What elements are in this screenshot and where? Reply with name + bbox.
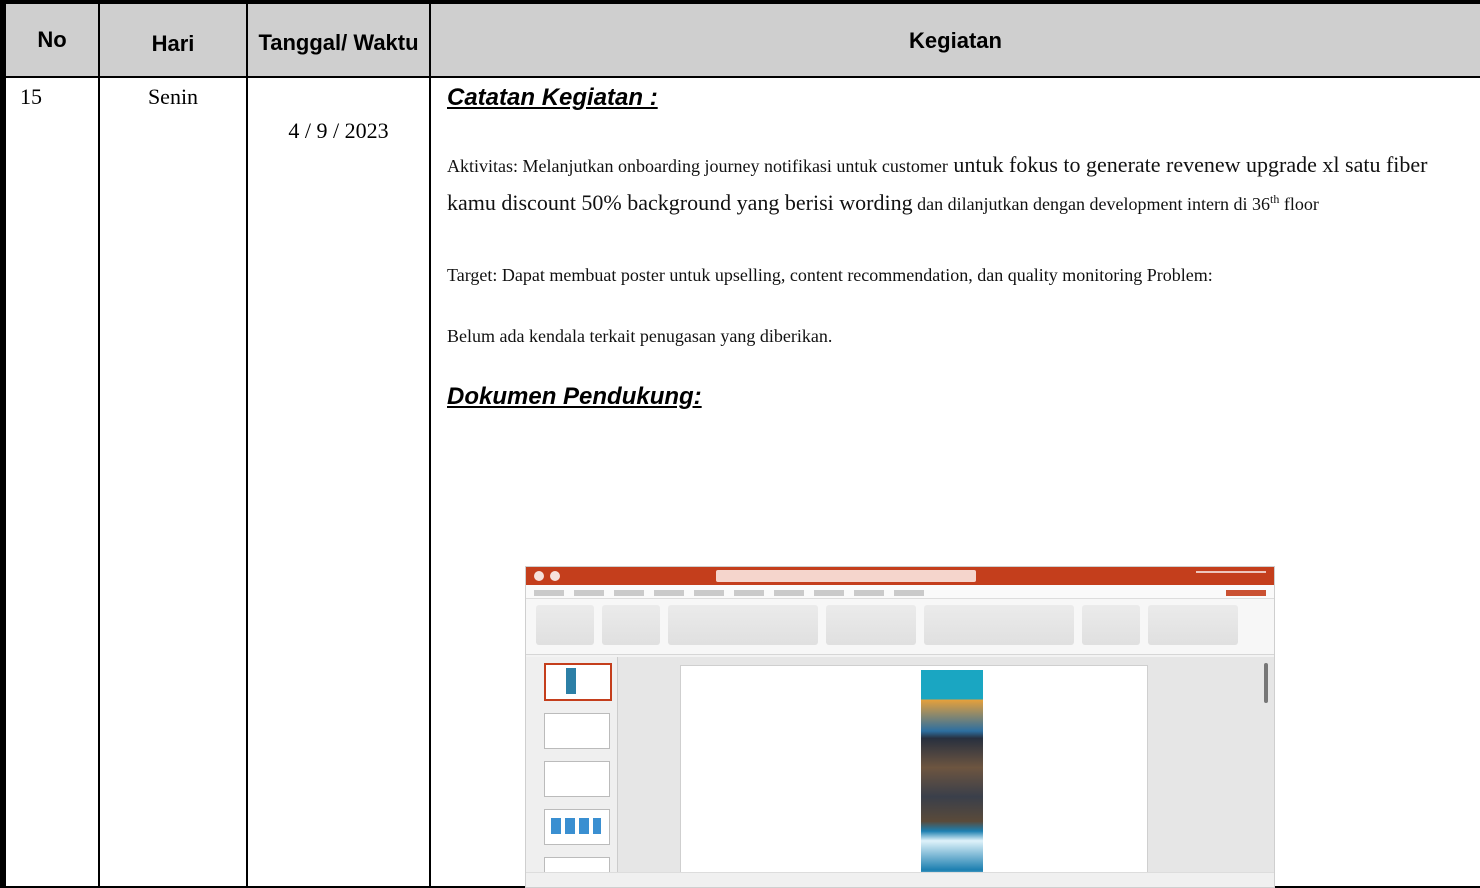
slide-thumbnail bbox=[544, 663, 612, 701]
slide-thumbnail bbox=[544, 809, 610, 845]
ppt-ribbon bbox=[526, 599, 1274, 655]
aktivitas-part-c: dan dilanjutkan dengan development inter… bbox=[912, 194, 1270, 214]
aktivitas-text: Aktivitas: Melanjutkan onboarding journe… bbox=[447, 148, 1464, 221]
ppt-menu-tabs bbox=[526, 585, 1274, 599]
table-row: 15 Senin 4 / 9 / 2023 Catatan Kegiatan :… bbox=[0, 76, 1480, 888]
target-text: Target: Dapat membuat poster untuk upsel… bbox=[447, 265, 1213, 285]
slide-page bbox=[680, 665, 1148, 887]
scrollbar-icon bbox=[1264, 663, 1268, 703]
activity-log-table: No Hari Tanggal/ Waktu Kegiatan 15 Senin… bbox=[0, 0, 1480, 888]
share-icon bbox=[1226, 590, 1266, 596]
ppt-titlebar bbox=[526, 567, 1274, 585]
header-tanggal: Tanggal/ Waktu bbox=[246, 0, 431, 78]
problem-text: Belum ada kendala terkait penugasan yang… bbox=[447, 326, 833, 346]
header-no: No bbox=[0, 0, 100, 78]
dokumen-pendukung-heading: Dokumen Pendukung: bbox=[447, 383, 702, 410]
editing-group-icon bbox=[1082, 605, 1140, 645]
slide-thumbnail bbox=[544, 761, 610, 797]
header-kegiatan: Kegiatan bbox=[429, 0, 1480, 78]
ppt-status-bar bbox=[526, 872, 1274, 887]
slide-canvas bbox=[618, 657, 1274, 887]
slides-group-icon bbox=[602, 605, 660, 645]
save-icon bbox=[550, 571, 560, 581]
ppt-workspace bbox=[526, 657, 1274, 887]
font-group-icon bbox=[668, 605, 818, 645]
ppt-search-box bbox=[716, 570, 976, 582]
paragraph-group-icon bbox=[826, 605, 916, 645]
slide-thumbnail-pane bbox=[526, 657, 618, 887]
autosave-icon bbox=[534, 571, 544, 581]
row-tanggal: 4 / 9 / 2023 bbox=[246, 76, 431, 888]
clipboard-group-icon bbox=[536, 605, 594, 645]
powerpoint-screenshot-image bbox=[525, 566, 1275, 888]
row-hari: Senin bbox=[98, 76, 248, 888]
window-controls-icon bbox=[1196, 571, 1266, 581]
row-no: 15 bbox=[0, 76, 100, 888]
aktivitas-part-a: Aktivitas: Melanjutkan onboarding journe… bbox=[447, 156, 948, 176]
row-kegiatan: Catatan Kegiatan : Aktivitas: Melanjutka… bbox=[429, 76, 1480, 888]
designer-group-icon bbox=[1148, 605, 1238, 645]
aktivitas-superscript: th bbox=[1270, 192, 1280, 206]
table-header-row: No Hari Tanggal/ Waktu Kegiatan bbox=[0, 0, 1480, 78]
drawing-group-icon bbox=[924, 605, 1074, 645]
slide-thumbnail bbox=[544, 713, 610, 749]
aktivitas-part-d: floor bbox=[1279, 194, 1319, 214]
header-hari: Hari bbox=[98, 0, 248, 78]
poster-image bbox=[921, 670, 983, 887]
catatan-kegiatan-heading: Catatan Kegiatan : bbox=[447, 84, 658, 111]
